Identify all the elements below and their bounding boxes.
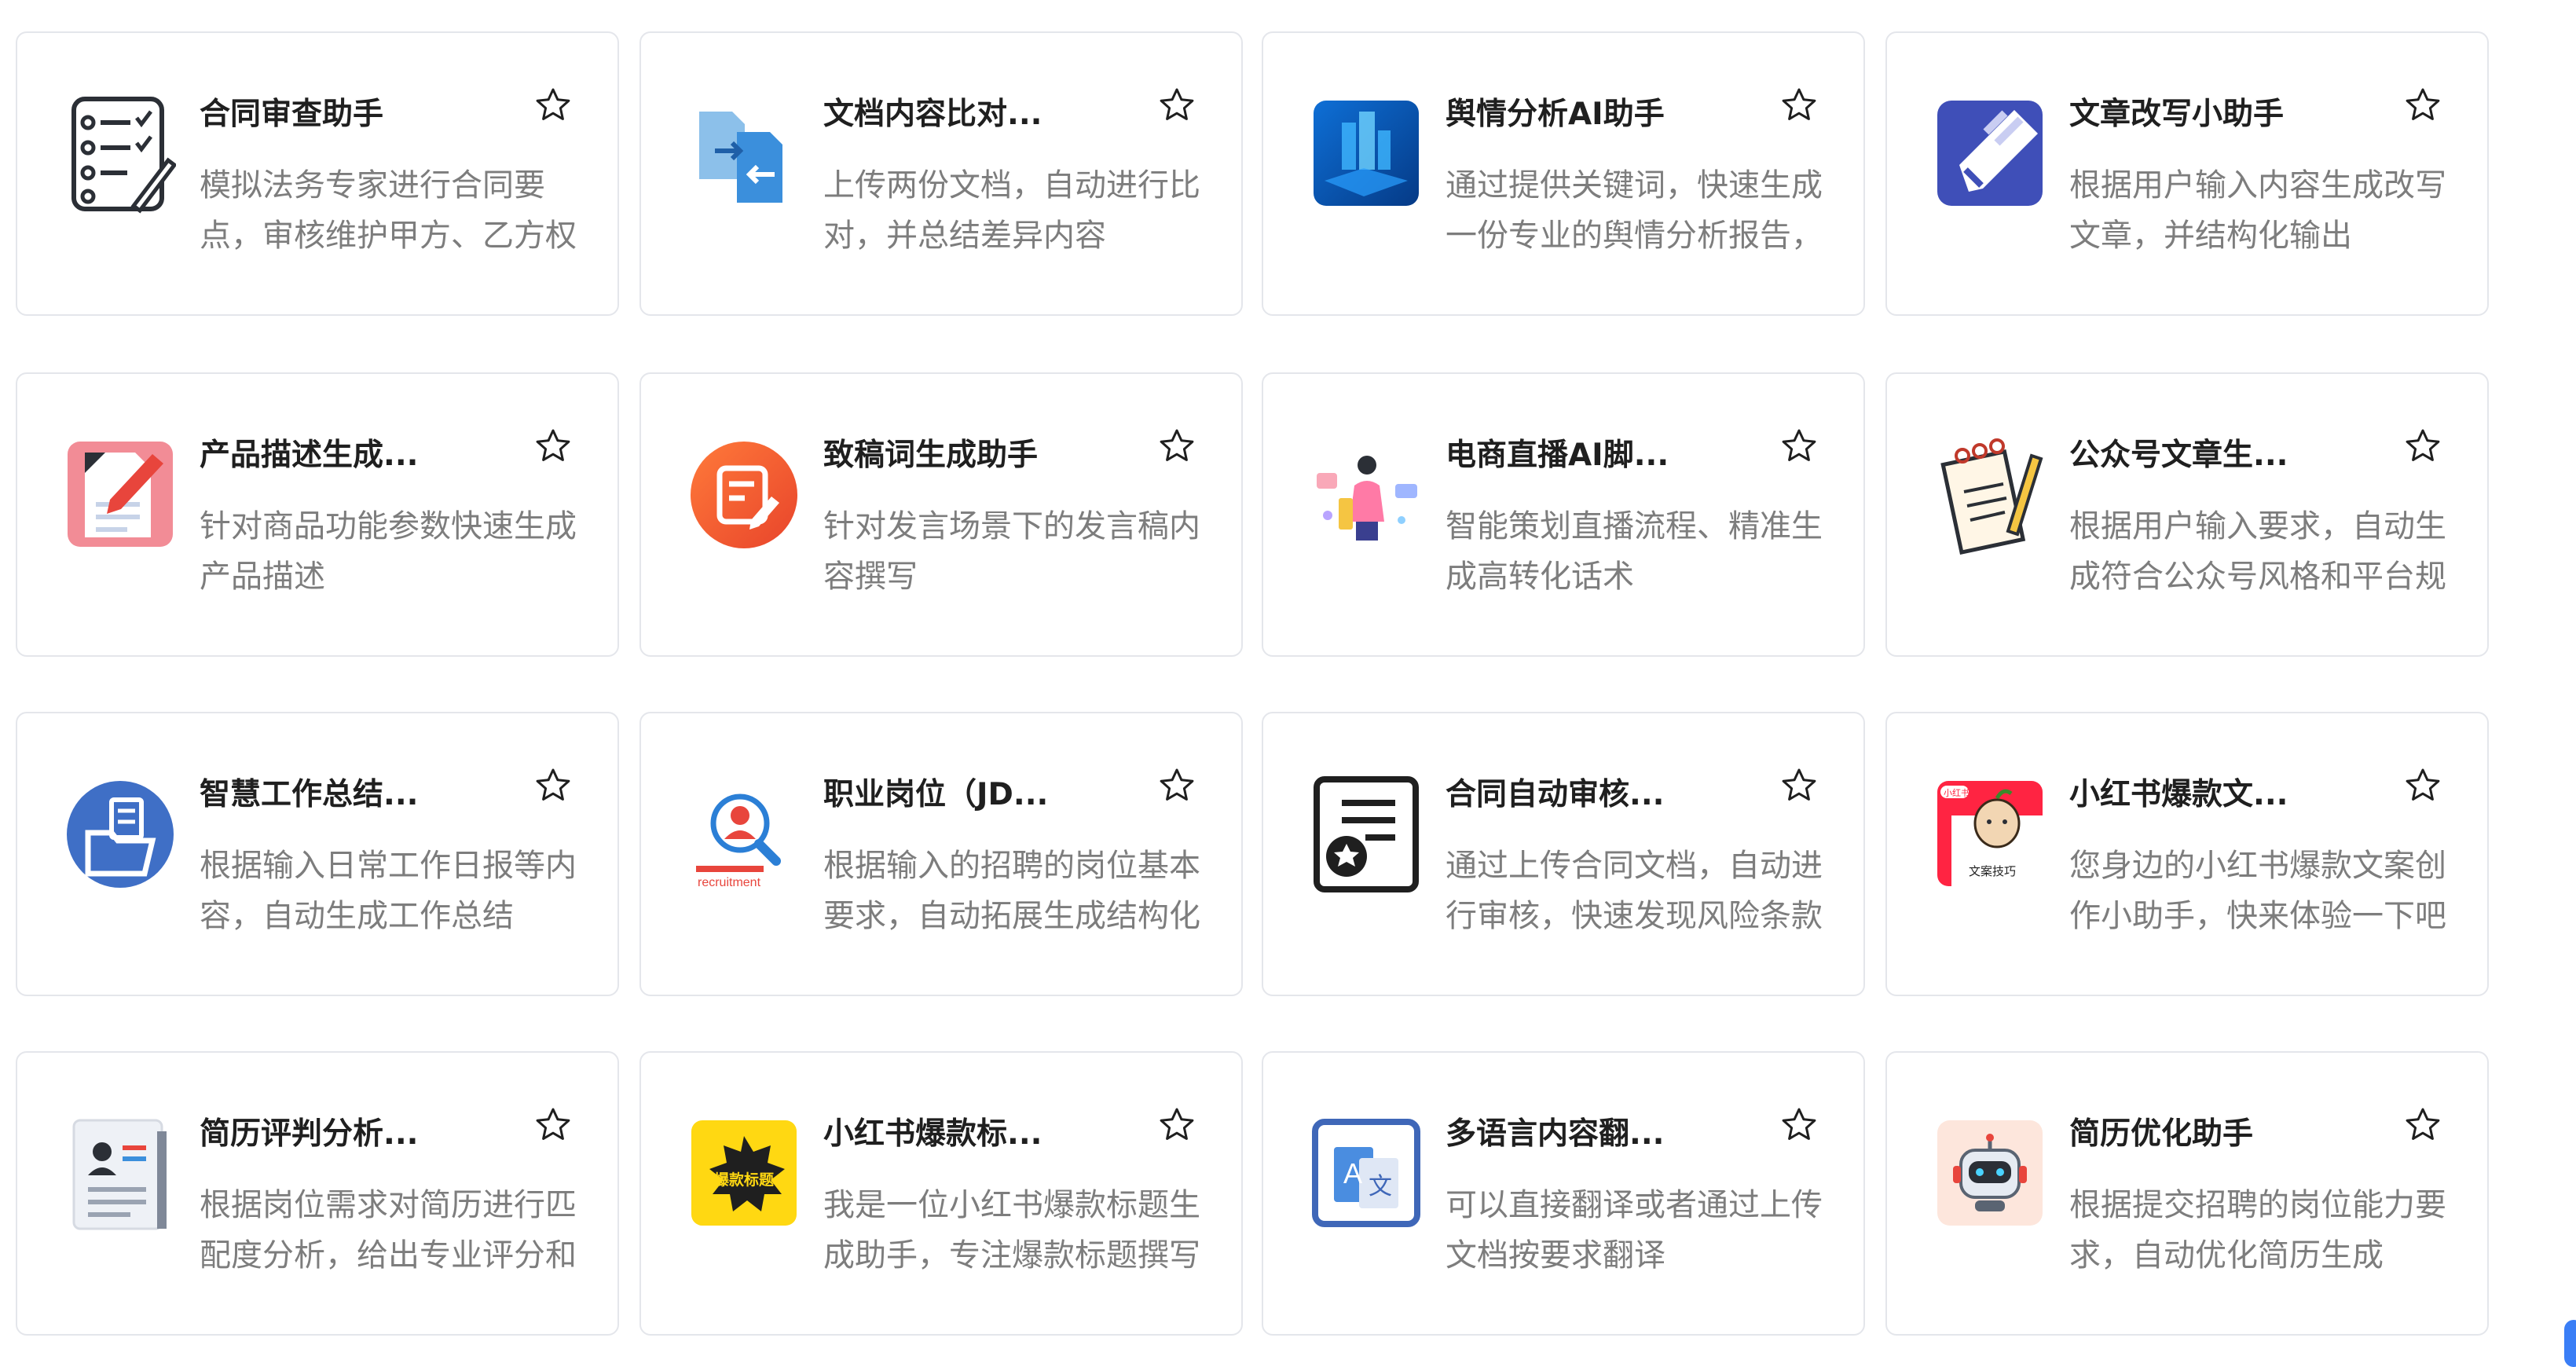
speech-draft-icon: [688, 429, 800, 561]
card-description: 通过提供关键词，快速生成一份专业的舆情分析报告，助...: [1446, 167, 1823, 254]
card-description: 根据提交招聘的岗位能力要求，自动优化简历生成: [2069, 1187, 2446, 1274]
assistant-card[interactable]: A 文 多语言内容翻... 可以直接翻译或者通过上传文档按要求翻译: [1262, 1051, 1865, 1336]
favorite-star-icon[interactable]: [1158, 1106, 1196, 1144]
assistant-card[interactable]: 文章改写小助手 根据用户输入内容生成改写文章，并结构化输出: [1885, 31, 2489, 316]
favorite-star-icon[interactable]: [1158, 86, 1196, 124]
robot-icon: [1934, 1108, 2046, 1240]
favorite-star-icon[interactable]: [2404, 86, 2442, 124]
favorite-star-icon[interactable]: [534, 767, 572, 804]
card-title: 文档内容比对...: [823, 97, 1042, 132]
favorite-star-icon[interactable]: [1158, 427, 1196, 465]
card-title: 智慧工作总结...: [200, 777, 419, 812]
pencil-rewrite-icon: [1934, 88, 2046, 220]
recruitment-search-icon: recruitment: [688, 768, 800, 900]
translate-letter-text: A: [1343, 1157, 1362, 1189]
notepad-pencil-icon: [1934, 429, 2046, 561]
card-description: 我是一位小红书爆款标题生成助手，专注爆款标题撰写~: [823, 1187, 1200, 1274]
favorite-star-icon[interactable]: [2404, 767, 2442, 804]
paper-pencil-icon: [64, 429, 176, 561]
assistant-card[interactable]: 爆款标题 小红书爆款标... 我是一位小红书爆款标题生成助手，专注爆款标题撰写~: [639, 1051, 1243, 1336]
assistant-card[interactable]: 致稿词生成助手 针对发言场景下的发言稿内容撰写: [639, 372, 1243, 657]
recruitment-text: recruitment: [698, 876, 761, 889]
assistant-card[interactable]: 简历评判分析... 根据岗位需求对简历进行匹配度分析，给出专业评分和参...: [16, 1051, 619, 1336]
card-description: 根据用户输入要求，自动生成符合公众号风格和平台规则...: [2069, 508, 2446, 595]
favorite-star-icon[interactable]: [1780, 767, 1818, 804]
card-title: 公众号文章生...: [2069, 438, 2288, 473]
translate-char-text: 文: [1369, 1173, 1392, 1200]
card-title: 合同自动审核...: [1446, 777, 1665, 812]
assistant-card[interactable]: recruitment 职业岗位（JD... 根据输入的招聘的岗位基本要求，自动…: [639, 712, 1243, 996]
assistant-card[interactable]: 电商直播AI脚... 智能策划直播流程、精准生成高转化话术: [1262, 372, 1865, 657]
assistant-card[interactable]: 智慧工作总结... 根据输入日常工作日报等内容，自动生成工作总结: [16, 712, 619, 996]
favorite-star-icon[interactable]: [1780, 86, 1818, 124]
assistant-card[interactable]: 合同审查助手 模拟法务专家进行合同要点，审核维护甲方、乙方权益的...: [16, 31, 619, 316]
favorite-star-icon[interactable]: [1158, 767, 1196, 804]
favorite-star-icon[interactable]: [534, 427, 572, 465]
card-description: 通过上传合同文档，自动进行审核，快速发现风险条款并...: [1446, 848, 1823, 934]
scrollbar-thumb[interactable]: [2564, 1320, 2576, 1367]
xiaohongshu-badge-text: 小红书: [1944, 788, 1970, 798]
card-description: 可以直接翻译或者通过上传文档按要求翻译: [1446, 1187, 1823, 1274]
assistant-card[interactable]: 小红书 文案技巧 小红书爆款文... 您身边的小红书爆款文案创作小助手，快来体验…: [1885, 712, 2489, 996]
card-description: 智能策划直播流程、精准生成高转化话术: [1446, 508, 1823, 595]
xiaohongshu-mascot-icon: 小红书 文案技巧: [1934, 768, 2046, 900]
card-title: 产品描述生成...: [200, 438, 419, 473]
card-description: 上传两份文档，自动进行比对，并总结差异内容: [823, 167, 1200, 254]
card-description: 针对发言场景下的发言稿内容撰写: [823, 508, 1200, 595]
card-title: 舆情分析AI助手: [1446, 97, 1665, 132]
xiaohongshu-caption-text: 文案技巧: [1969, 864, 2016, 878]
assistant-card[interactable]: 舆情分析AI助手 通过提供关键词，快速生成一份专业的舆情分析报告，助...: [1262, 31, 1865, 316]
card-description: 根据输入的招聘的岗位基本要求，自动拓展生成结构化的...: [823, 848, 1200, 934]
favorite-star-icon[interactable]: [534, 1106, 572, 1144]
translate-icon: A 文: [1310, 1108, 1422, 1240]
card-title: 电商直播AI脚...: [1446, 438, 1669, 473]
card-description: 根据输入日常工作日报等内容，自动生成工作总结: [200, 848, 577, 934]
card-title: 合同审查助手: [200, 97, 384, 132]
favorite-star-icon[interactable]: [1780, 1106, 1818, 1144]
card-description: 根据岗位需求对简历进行匹配度分析，给出专业评分和参...: [200, 1187, 577, 1274]
card-title: 简历优化助手: [2069, 1116, 2254, 1152]
assistant-card[interactable]: 合同自动审核... 通过上传合同文档，自动进行审核，快速发现风险条款并...: [1262, 712, 1865, 996]
card-description: 针对商品功能参数快速生成产品描述: [200, 508, 577, 595]
assistant-card[interactable]: 公众号文章生... 根据用户输入要求，自动生成符合公众号风格和平台规则...: [1885, 372, 2489, 657]
card-title: 文章改写小助手: [2069, 97, 2285, 132]
checklist-pen-icon: [64, 88, 176, 220]
card-title: 简历评判分析...: [200, 1116, 419, 1152]
favorite-star-icon[interactable]: [534, 86, 572, 124]
card-description: 模拟法务专家进行合同要点，审核维护甲方、乙方权益的...: [200, 167, 577, 254]
assistant-card[interactable]: 文档内容比对... 上传两份文档，自动进行比对，并总结差异内容: [639, 31, 1243, 316]
analytics-city-icon: [1310, 88, 1422, 220]
card-description: 根据用户输入内容生成改写文章，并结构化输出: [2069, 167, 2446, 254]
favorite-star-icon[interactable]: [2404, 1106, 2442, 1144]
favorite-star-icon[interactable]: [1780, 427, 1818, 465]
card-title: 致稿词生成助手: [823, 438, 1039, 473]
contract-star-icon: [1310, 768, 1422, 900]
assistant-card[interactable]: 产品描述生成... 针对商品功能参数快速生成产品描述: [16, 372, 619, 657]
document-compare-icon: [688, 88, 800, 220]
card-title: 小红书爆款文...: [2069, 777, 2288, 812]
assistant-card[interactable]: 简历优化助手 根据提交招聘的岗位能力要求，自动优化简历生成: [1885, 1051, 2489, 1336]
card-description: 您身边的小红书爆款文案创作小助手，快来体验一下吧~: [2069, 848, 2446, 934]
card-title: 小红书爆款标...: [823, 1116, 1042, 1152]
resume-profile-icon: [64, 1108, 176, 1240]
explosive-title-text: 爆款标题: [714, 1171, 774, 1189]
card-title: 职业岗位（JD...: [823, 777, 1049, 812]
livestream-host-icon: [1310, 429, 1422, 561]
card-title: 多语言内容翻...: [1446, 1116, 1665, 1152]
explosive-title-icon: 爆款标题: [688, 1108, 800, 1240]
favorite-star-icon[interactable]: [2404, 427, 2442, 465]
folder-report-icon: [64, 768, 176, 900]
